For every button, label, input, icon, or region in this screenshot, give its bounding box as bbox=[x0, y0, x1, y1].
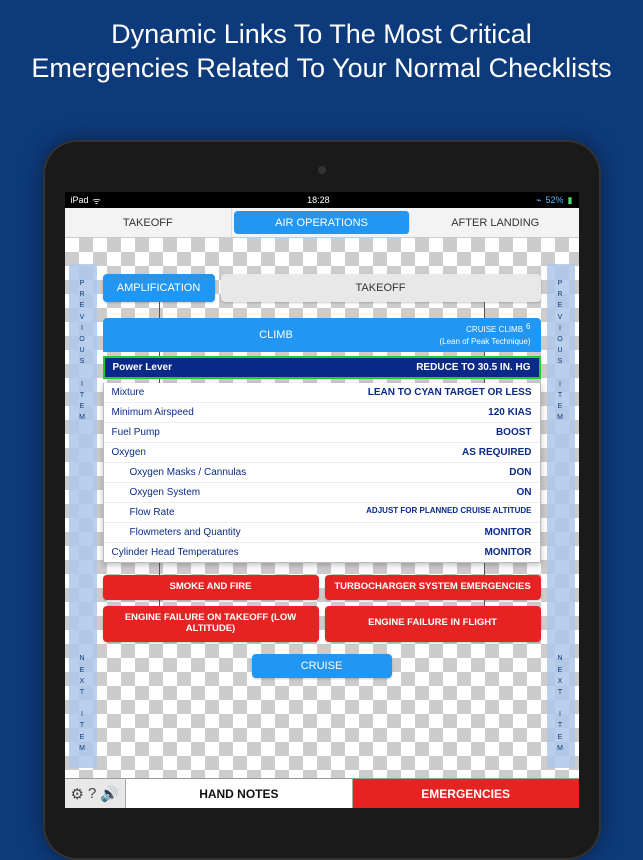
tab-takeoff[interactable]: TAKEOFF bbox=[65, 208, 233, 237]
emergency-engine-failure-flight[interactable]: ENGINE FAILURE IN FLIGHT bbox=[325, 606, 541, 642]
right-rail[interactable]: PREVIOUS ITEM NEXT ITEM bbox=[547, 264, 575, 768]
emergency-links: SMOKE AND FIRE TURBOCHARGER SYSTEM EMERG… bbox=[103, 575, 541, 642]
wifi-icon: ᯤ bbox=[93, 194, 101, 207]
checklist-item-value: MONITOR bbox=[484, 527, 531, 538]
checklist-item-label: Mixture bbox=[112, 387, 145, 398]
checklist-item-label: Oxygen Masks / Cannulas bbox=[112, 467, 247, 478]
checklist-row[interactable]: Oxygen System ON bbox=[104, 483, 540, 503]
battery-icon: ▮ bbox=[568, 195, 573, 206]
checklist-row[interactable]: Fuel Pump BOOST bbox=[104, 423, 540, 443]
checklist-row[interactable]: Mixture LEAN TO CYAN TARGET OR LESS bbox=[104, 383, 540, 403]
cruise-button[interactable]: CRUISE bbox=[252, 654, 392, 678]
emergencies-button[interactable]: EMERGENCIES bbox=[353, 779, 579, 808]
climb-label: CLIMB bbox=[113, 329, 440, 341]
checklist-row[interactable]: Oxygen AS REQUIRED bbox=[104, 443, 540, 463]
top-tabs: TAKEOFF AIR OPERATIONS AFTER LANDING bbox=[65, 208, 579, 238]
checklist-item-value: DON bbox=[509, 467, 531, 478]
checklist-row[interactable]: Flow Rate ADJUST FOR PLANNED CRUISE ALTIT… bbox=[104, 503, 540, 523]
status-bar: iPad ᯤ 18:28 ⌁ 52% ▮ bbox=[65, 192, 579, 208]
current-checklist-item[interactable]: Power Lever REDUCE TO 30.5 IN. HG bbox=[103, 356, 541, 379]
tab-air-operations[interactable]: AIR OPERATIONS bbox=[234, 211, 410, 234]
checklist-item-value: 120 KIAS bbox=[488, 407, 531, 418]
checklist-item-value: LEAN TO CYAN TARGET OR LESS bbox=[368, 387, 532, 398]
content-area: PREVIOUS ITEM NEXT ITEM PREVIOUS ITEM NE… bbox=[65, 238, 579, 778]
prev-item-label: PREVIOUS ITEM bbox=[79, 278, 86, 423]
checklist-row[interactable]: Oxygen Masks / Cannulas DON bbox=[104, 463, 540, 483]
main-column: AMPLIFICATION TAKEOFF CLIMB CRUISE CLIMB… bbox=[103, 274, 541, 678]
checklist-row[interactable]: Minimum Airspeed 120 KIAS bbox=[104, 403, 540, 423]
checklist-item-label: Oxygen bbox=[112, 447, 146, 458]
amplification-button[interactable]: AMPLIFICATION bbox=[103, 274, 215, 302]
climb-subtitle: CRUISE CLIMB6 (Lean of Peak Technique) bbox=[439, 325, 530, 346]
current-item-value: REDUCE TO 30.5 IN. HG bbox=[416, 362, 530, 373]
checklist-item-label: Fuel Pump bbox=[112, 427, 160, 438]
checklist-item-value: ON bbox=[517, 487, 532, 498]
checklist-item-value: BOOST bbox=[496, 427, 532, 438]
emergency-engine-failure-takeoff[interactable]: ENGINE FAILURE ON TAKEOFF (LOW ALTITUDE) bbox=[103, 606, 319, 642]
checklist-row[interactable]: Cylinder Head Temperatures MONITOR bbox=[104, 543, 540, 562]
device-label: iPad bbox=[71, 195, 89, 205]
prev-item-label-r: PREVIOUS ITEM bbox=[557, 278, 564, 423]
checklist-row[interactable]: Flowmeters and Quantity MONITOR bbox=[104, 523, 540, 543]
camera-dot bbox=[318, 166, 326, 174]
checklist-item-label: Cylinder Head Temperatures bbox=[112, 547, 239, 558]
tab-after-landing[interactable]: AFTER LANDING bbox=[412, 208, 579, 237]
checklist-item-label: Minimum Airspeed bbox=[112, 407, 194, 418]
checklist-item-label: Flow Rate bbox=[112, 507, 175, 518]
help-icon[interactable]: ? bbox=[88, 785, 96, 802]
left-rail[interactable]: PREVIOUS ITEM NEXT ITEM bbox=[69, 264, 97, 768]
climb-header[interactable]: CLIMB CRUISE CLIMB6 (Lean of Peak Techni… bbox=[103, 318, 541, 352]
checklist-item-label: Oxygen System bbox=[112, 487, 201, 498]
next-item-label: NEXT ITEM bbox=[79, 653, 86, 754]
bluetooth-icon: ⌁ bbox=[536, 195, 541, 206]
tablet-frame: iPad ᯤ 18:28 ⌁ 52% ▮ TAKEOFF AIR OPERATI… bbox=[43, 140, 601, 860]
takeoff-button[interactable]: TAKEOFF bbox=[221, 274, 541, 302]
app-screen: TAKEOFF AIR OPERATIONS AFTER LANDING PRE… bbox=[65, 208, 579, 808]
gear-icon[interactable]: ⚙ bbox=[71, 785, 84, 803]
hand-notes-button[interactable]: HAND NOTES bbox=[125, 779, 353, 808]
checklist-item-label: Flowmeters and Quantity bbox=[112, 527, 241, 538]
current-item-label: Power Lever bbox=[113, 362, 172, 373]
sound-icon[interactable]: 🔊 bbox=[100, 785, 119, 803]
next-item-label-r: NEXT ITEM bbox=[557, 653, 564, 754]
checklist-item-value: AS REQUIRED bbox=[462, 447, 531, 458]
emergency-turbocharger[interactable]: TURBOCHARGER SYSTEM EMERGENCIES bbox=[325, 575, 541, 600]
bottom-bar: ⚙ ? 🔊 HAND NOTES EMERGENCIES bbox=[65, 778, 579, 808]
status-time: 18:28 bbox=[307, 195, 330, 205]
battery-percent: 52% bbox=[546, 195, 564, 205]
checklist-item-value: MONITOR bbox=[484, 547, 531, 558]
promo-title: Dynamic Links To The Most Critical Emerg… bbox=[0, 0, 643, 100]
emergency-smoke-fire[interactable]: SMOKE AND FIRE bbox=[103, 575, 319, 600]
checklist-item-value: ADJUST FOR PLANNED CRUISE ALTITUDE bbox=[366, 507, 531, 518]
checklist-panel: Mixture LEAN TO CYAN TARGET OR LESS Minimu… bbox=[103, 383, 541, 563]
